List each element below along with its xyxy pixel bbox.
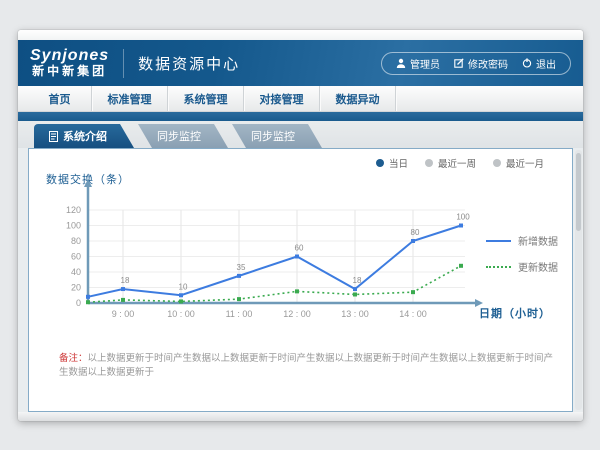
- accent-strip: [18, 112, 583, 121]
- scrollbar[interactable]: [575, 150, 582, 410]
- page-title: 数据资源中心: [123, 49, 240, 78]
- svg-text:10 : 00: 10 : 00: [167, 309, 195, 319]
- svg-text:100: 100: [66, 221, 81, 231]
- tab-sync-monitor-1[interactable]: 同步监控: [124, 124, 228, 148]
- tab-label: 系统介绍: [63, 128, 107, 144]
- footer-note: 备注：以上数据更新于时间产生数据以上数据更新于时间产生数据以上数据更新于时间产生…: [59, 352, 558, 381]
- legend-item-updated-data: 更新数据: [486, 259, 558, 274]
- main-nav: 首页 标准管理 系统管理 对接管理 数据异动: [18, 86, 583, 112]
- admin-user-button[interactable]: 管理员: [396, 56, 440, 71]
- tab-system-intro[interactable]: 系统介绍: [34, 124, 134, 148]
- change-password-label: 修改密码: [468, 56, 508, 71]
- tab-label: 同步监控: [157, 128, 201, 144]
- tab-bar: 系统介绍 同步监控 同步监控: [18, 121, 583, 148]
- power-icon: [522, 58, 532, 68]
- svg-text:80: 80: [71, 236, 81, 246]
- note-label: 备注：: [59, 353, 88, 364]
- svg-text:100: 100: [456, 213, 470, 222]
- logout-button[interactable]: 退出: [522, 56, 556, 71]
- svg-text:35: 35: [237, 263, 246, 272]
- user-icon: [396, 58, 406, 68]
- content-area: 当日 最近一周 最近一月 数据交换（条） 0204060801001209 : …: [18, 148, 583, 412]
- svg-text:60: 60: [71, 252, 81, 262]
- svg-text:80: 80: [411, 228, 420, 237]
- nav-item-data-change[interactable]: 数据异动: [320, 86, 396, 111]
- nav-item-standard-mgmt[interactable]: 标准管理: [92, 86, 168, 111]
- legend-label: 更新数据: [518, 259, 558, 274]
- svg-text:40: 40: [71, 267, 81, 277]
- svg-text:120: 120: [66, 205, 81, 215]
- legend-label: 新增数据: [518, 233, 558, 248]
- x-axis-title: 日期（小时）: [479, 305, 551, 321]
- svg-text:10: 10: [179, 282, 188, 291]
- svg-text:14 : 00: 14 : 00: [399, 309, 427, 319]
- svg-text:20: 20: [71, 283, 81, 293]
- chart-legend: 新增数据 更新数据: [486, 233, 558, 274]
- logout-label: 退出: [536, 56, 556, 71]
- company-logo: Synjones 新中新集团: [30, 48, 109, 77]
- window-top-strip: [18, 30, 583, 40]
- admin-label: 管理员: [410, 56, 440, 71]
- app-header: Synjones 新中新集团 数据资源中心 管理员 修改密码 退出: [18, 40, 583, 86]
- logo-text-cn: 新中新集团: [30, 65, 109, 78]
- window-bottom-strip: [18, 412, 583, 421]
- legend-line-swatch: [486, 240, 511, 242]
- svg-text:11 : 00: 11 : 00: [226, 309, 253, 319]
- user-menu: 管理员 修改密码 退出: [381, 52, 571, 75]
- scrollbar-thumb[interactable]: [576, 153, 581, 231]
- svg-text:0: 0: [76, 298, 81, 308]
- svg-text:18: 18: [353, 276, 362, 285]
- legend-line-swatch: [486, 266, 511, 268]
- logo-text-en: Synjones: [30, 48, 109, 65]
- svg-text:60: 60: [295, 244, 304, 253]
- change-password-button[interactable]: 修改密码: [454, 56, 508, 71]
- nav-item-interface-mgmt[interactable]: 对接管理: [244, 86, 320, 111]
- tab-sync-monitor-2[interactable]: 同步监控: [218, 124, 322, 148]
- tab-label: 同步监控: [251, 128, 295, 144]
- nav-item-system-mgmt[interactable]: 系统管理: [168, 86, 244, 111]
- svg-text:18: 18: [121, 276, 130, 285]
- svg-text:9 : 00: 9 : 00: [112, 309, 135, 319]
- legend-item-new-data: 新增数据: [486, 233, 558, 248]
- note-text: 以上数据更新于时间产生数据以上数据更新于时间产生数据以上数据更新于时间产生数据以…: [59, 353, 553, 378]
- svg-text:13 : 00: 13 : 00: [341, 309, 369, 319]
- edit-icon: [454, 58, 464, 68]
- svg-text:12 : 00: 12 : 00: [283, 309, 311, 319]
- nav-item-home[interactable]: 首页: [28, 86, 92, 111]
- document-icon: [49, 131, 58, 142]
- chart-panel: 当日 最近一周 最近一月 数据交换（条） 0204060801001209 : …: [28, 148, 573, 412]
- app-window: Synjones 新中新集团 数据资源中心 管理员 修改密码 退出 首页 标准管…: [18, 30, 583, 421]
